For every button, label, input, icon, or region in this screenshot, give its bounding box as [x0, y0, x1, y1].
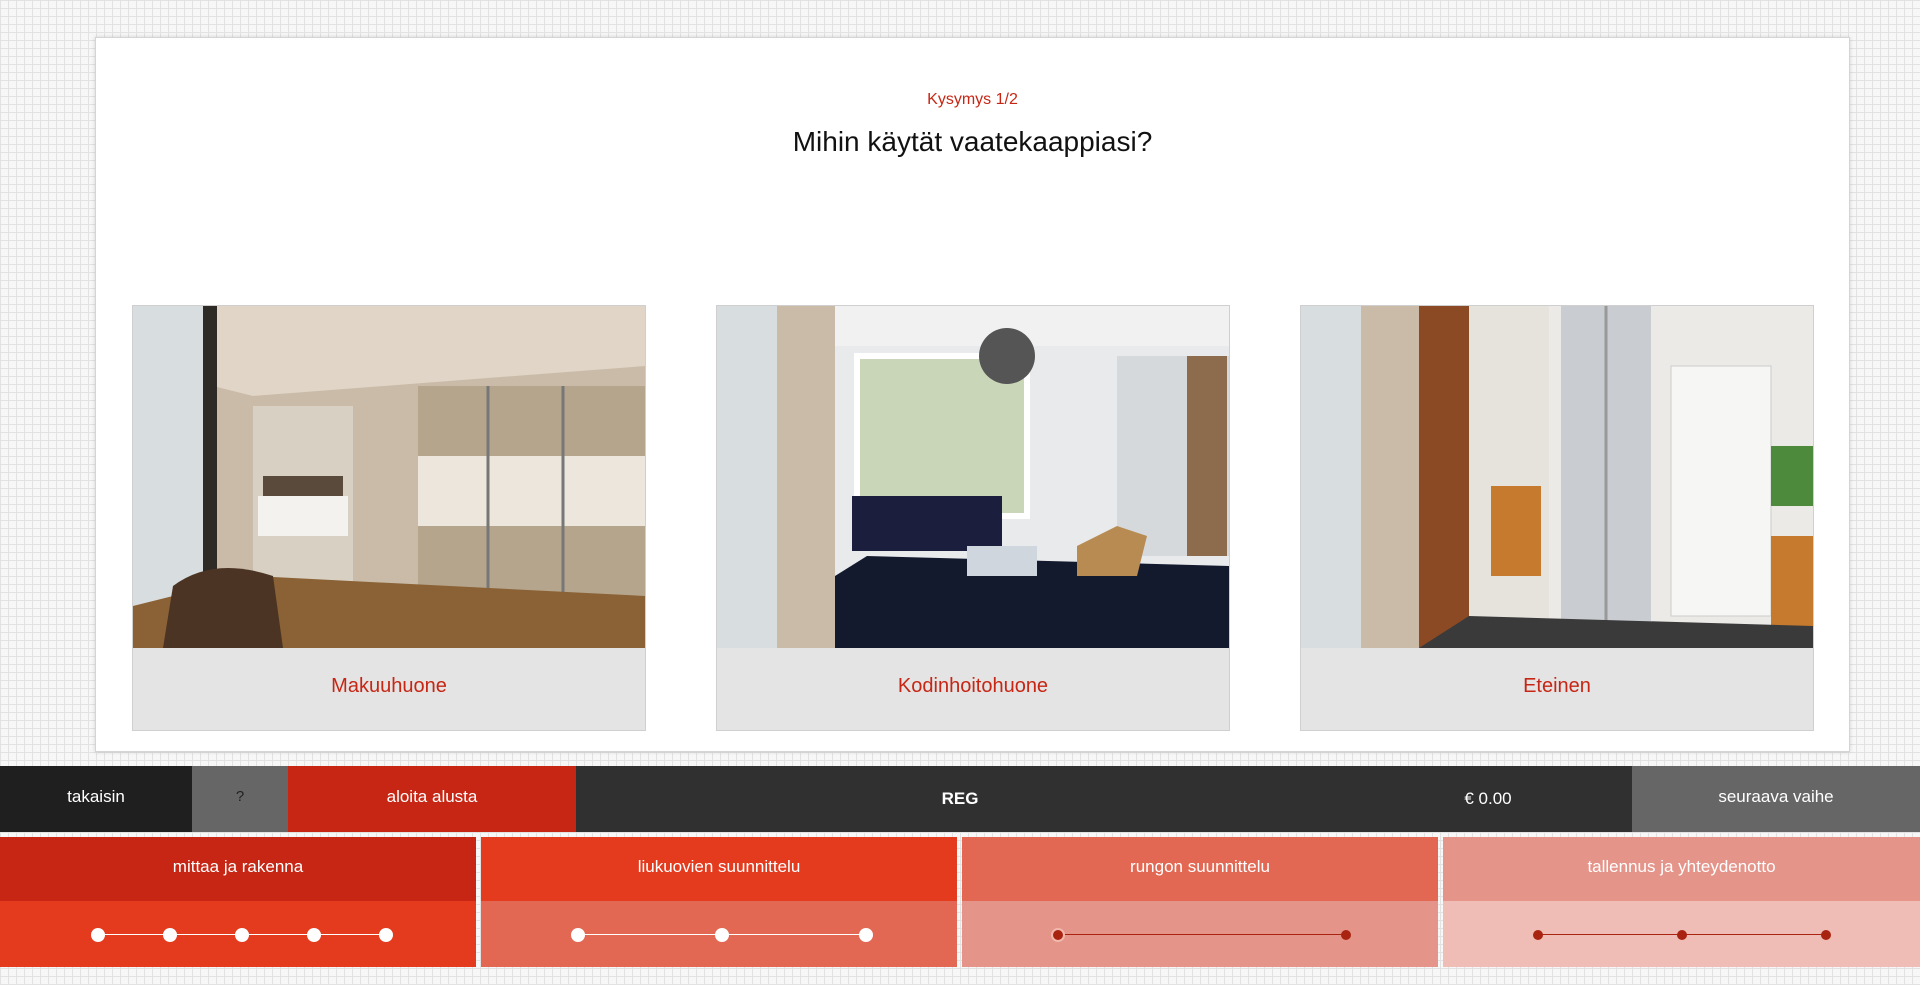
question-title: Mihin käytät vaatekaappiasi?: [792, 126, 1153, 157]
step-dot[interactable]: [163, 928, 177, 942]
step-dot[interactable]: [1341, 930, 1351, 940]
next-step-button[interactable]: seuraava vaihe: [1632, 766, 1920, 832]
phase-frame-design: rungon suunnittelu: [962, 837, 1438, 967]
bottom-toolbar: takaisin ? aloita alusta REG € 0.00 seur…: [0, 766, 1920, 832]
restart-button[interactable]: aloita alusta: [288, 766, 576, 832]
bedroom-image: [133, 306, 645, 648]
phase-title[interactable]: tallennus ja yhteydenotto: [1443, 837, 1920, 901]
step-dot[interactable]: [1533, 930, 1543, 940]
step-dot[interactable]: [715, 928, 729, 942]
brand-logo: REG: [941, 789, 979, 808]
question-number: Kysymys 1/2: [927, 91, 1018, 108]
step-dot[interactable]: [1677, 930, 1687, 940]
option-utility-room[interactable]: Kodinhoitohuone: [716, 305, 1230, 731]
step-dot[interactable]: [379, 928, 393, 942]
step-dot[interactable]: [859, 928, 873, 942]
step-dot[interactable]: [1821, 930, 1831, 940]
option-bedroom[interactable]: Makuuhuone: [132, 305, 646, 731]
option-label: Makuuhuone: [331, 675, 447, 697]
price-display: € 0.00: [1464, 789, 1512, 808]
step-dot[interactable]: [235, 928, 249, 942]
step-dot-current[interactable]: [1051, 928, 1065, 942]
back-button[interactable]: takaisin: [0, 766, 192, 832]
phase-save-contact: tallennus ja yhteydenotto: [1443, 837, 1920, 967]
phase-steps: [0, 901, 476, 967]
phase-steps: [481, 901, 957, 967]
help-button[interactable]: ?: [192, 766, 288, 832]
phase-steps: [962, 901, 1438, 967]
step-line: [1058, 934, 1346, 935]
phase-sliding-doors: liukuovien suunnittelu: [481, 837, 957, 967]
option-hallway[interactable]: Eteinen: [1300, 305, 1814, 731]
option-label: Eteinen: [1523, 675, 1591, 697]
question-card: Kysymys 1/2 Mihin käytät vaatekaappiasi?…: [95, 37, 1850, 752]
option-label: Kodinhoitohuone: [897, 675, 1049, 697]
step-dot[interactable]: [571, 928, 585, 942]
hallway-image: [1301, 306, 1813, 648]
step-dot[interactable]: [91, 928, 105, 942]
phase-steps: [1443, 901, 1920, 967]
phase-title[interactable]: rungon suunnittelu: [962, 837, 1438, 901]
living-room-image: [717, 306, 1229, 648]
step-dot[interactable]: [307, 928, 321, 942]
phase-measure-build: mittaa ja rakenna: [0, 837, 476, 967]
phase-title[interactable]: mittaa ja rakenna: [0, 837, 476, 901]
phase-title[interactable]: liukuovien suunnittelu: [481, 837, 957, 901]
